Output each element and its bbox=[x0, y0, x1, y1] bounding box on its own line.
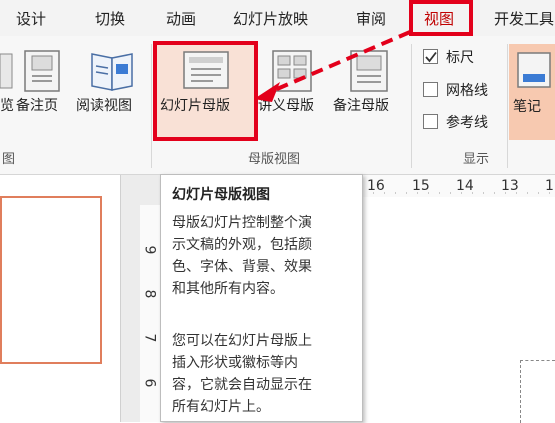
ruler-label: 标尺 bbox=[446, 50, 474, 66]
guides-label: 参考线 bbox=[446, 115, 488, 131]
gridlines-checkbox[interactable] bbox=[423, 82, 438, 97]
notes-icon bbox=[517, 52, 551, 88]
ruler-ticks-icon bbox=[362, 192, 555, 194]
ruler-tick: 6 bbox=[141, 378, 158, 388]
slide-master-highlight bbox=[153, 41, 258, 141]
slide-master-tooltip: 幻灯片母版视图 母版幻灯片控制整个演 示文稿的外观，包括颜 色、字体、背景、效果… bbox=[160, 174, 363, 422]
tooltip-line: 所有幻灯片上。 bbox=[172, 399, 270, 415]
checkmark-icon bbox=[425, 51, 437, 63]
slide-thumbnail[interactable] bbox=[0, 196, 102, 364]
tooltip-line: 色、字体、背景、效果 bbox=[172, 259, 312, 275]
tab-developer[interactable]: 开发工具 bbox=[494, 8, 554, 29]
group-separator bbox=[151, 44, 152, 168]
notes-button[interactable]: 笔记 bbox=[509, 44, 555, 140]
tooltip-line: 示文稿的外观，包括颜 bbox=[172, 237, 312, 253]
group-separator bbox=[507, 44, 508, 168]
group-label-show: 显示 bbox=[463, 152, 490, 167]
pointer-arrow-icon bbox=[254, 30, 411, 102]
tooltip-title: 幻灯片母版视图 bbox=[172, 187, 270, 203]
tab-transitions[interactable]: 切换 bbox=[95, 8, 125, 29]
ruler-checkbox[interactable] bbox=[423, 49, 438, 64]
group-label-master-views: 母版视图 bbox=[248, 152, 301, 167]
reading-view-icon bbox=[91, 53, 133, 91]
tooltip-line: 您可以在幻灯片母版上 bbox=[172, 333, 312, 349]
tab-design[interactable]: 设计 bbox=[16, 8, 46, 29]
ruler-tick: 9 bbox=[141, 245, 158, 255]
group-label-presentation-views: 图 bbox=[2, 152, 16, 167]
slide-placeholder-outline bbox=[520, 360, 555, 423]
guides-checkbox[interactable] bbox=[423, 114, 438, 129]
tab-animations[interactable]: 动画 bbox=[166, 8, 196, 29]
reading-view-label: 阅读视图 bbox=[76, 98, 132, 114]
ruler-tick: 7 bbox=[141, 333, 158, 343]
notes-label: 笔记 bbox=[513, 99, 541, 115]
tooltip-line: 和其他所有内容。 bbox=[172, 281, 284, 297]
notes-page-icon bbox=[24, 50, 60, 92]
tooltip-line: 插入形状或徽标等内 bbox=[172, 355, 298, 371]
notes-page-label: 备注页 bbox=[16, 98, 58, 114]
normal-view-icon[interactable] bbox=[0, 52, 14, 92]
tooltip-line: 容，它就会自动显示在 bbox=[172, 377, 312, 393]
tooltip-line: 母版幻灯片控制整个演 bbox=[172, 215, 312, 231]
gridlines-label: 网格线 bbox=[446, 83, 488, 99]
ruler-tick: 8 bbox=[141, 289, 158, 299]
partial-view-label: 览 bbox=[0, 98, 14, 114]
